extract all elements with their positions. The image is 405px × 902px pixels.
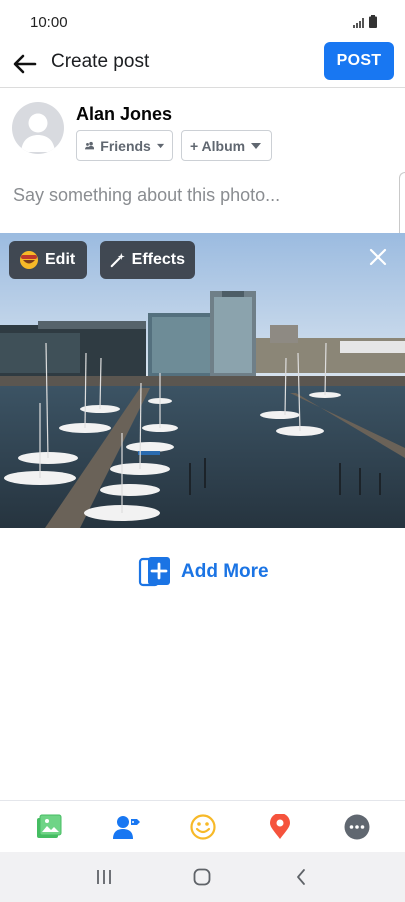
chevron-left-icon — [296, 869, 305, 885]
battery-icon — [369, 15, 377, 28]
edit-label: Edit — [45, 251, 76, 268]
tag-people-icon — [112, 815, 140, 839]
recent-apps-button[interactable] — [79, 857, 129, 897]
signal-icon — [353, 18, 364, 28]
album-label: + Album — [190, 137, 246, 154]
effects-button[interactable]: Effects — [100, 241, 195, 279]
back-arrow-icon — [13, 54, 37, 74]
composer-toolbar — [0, 800, 405, 852]
page-title: Create post — [51, 51, 150, 72]
avatar — [12, 102, 64, 154]
emoji-sticker-icon — [20, 251, 38, 269]
system-nav-bar — [0, 852, 405, 902]
system-back-button[interactable] — [276, 857, 326, 897]
add-more-label: Add More — [181, 561, 269, 582]
back-button[interactable] — [10, 49, 40, 79]
status-time: 10:00 — [30, 14, 68, 31]
feeling-icon — [189, 813, 216, 840]
audience-selector[interactable]: Friends — [76, 130, 173, 161]
remove-photo-button[interactable] — [366, 245, 390, 269]
add-more-button[interactable]: Add More — [138, 555, 269, 589]
friends-icon — [85, 141, 95, 150]
check-in-icon — [269, 813, 290, 839]
app-bar: Create post POST — [0, 40, 405, 88]
user-name: Alan Jones — [76, 104, 173, 124]
magic-wand-icon — [110, 253, 125, 268]
add-photo-tool[interactable] — [25, 803, 73, 851]
more-options-tool[interactable] — [333, 803, 381, 851]
close-icon — [369, 248, 387, 266]
home-icon — [194, 868, 211, 886]
tag-people-tool[interactable] — [102, 803, 150, 851]
more-icon — [344, 814, 369, 839]
status-icons — [353, 15, 377, 28]
recent-apps-icon — [97, 870, 112, 884]
chevron-down-icon — [251, 142, 262, 149]
effects-label: Effects — [131, 251, 185, 268]
caption-input[interactable]: Say something about this photo... — [13, 185, 280, 206]
album-selector[interactable]: + Album — [181, 130, 272, 161]
edit-photo-button[interactable]: Edit — [9, 241, 87, 279]
chevron-down-icon — [156, 143, 164, 148]
post-button[interactable]: POST — [324, 42, 394, 80]
add-photo-icon — [138, 557, 170, 587]
check-in-tool[interactable] — [256, 803, 304, 851]
status-bar: 10:00 — [0, 0, 405, 44]
home-button[interactable] — [177, 857, 227, 897]
audience-label: Friends — [100, 137, 151, 154]
photo-icon — [36, 814, 61, 838]
default-avatar-icon — [21, 113, 55, 152]
feeling-tool[interactable] — [179, 803, 227, 851]
